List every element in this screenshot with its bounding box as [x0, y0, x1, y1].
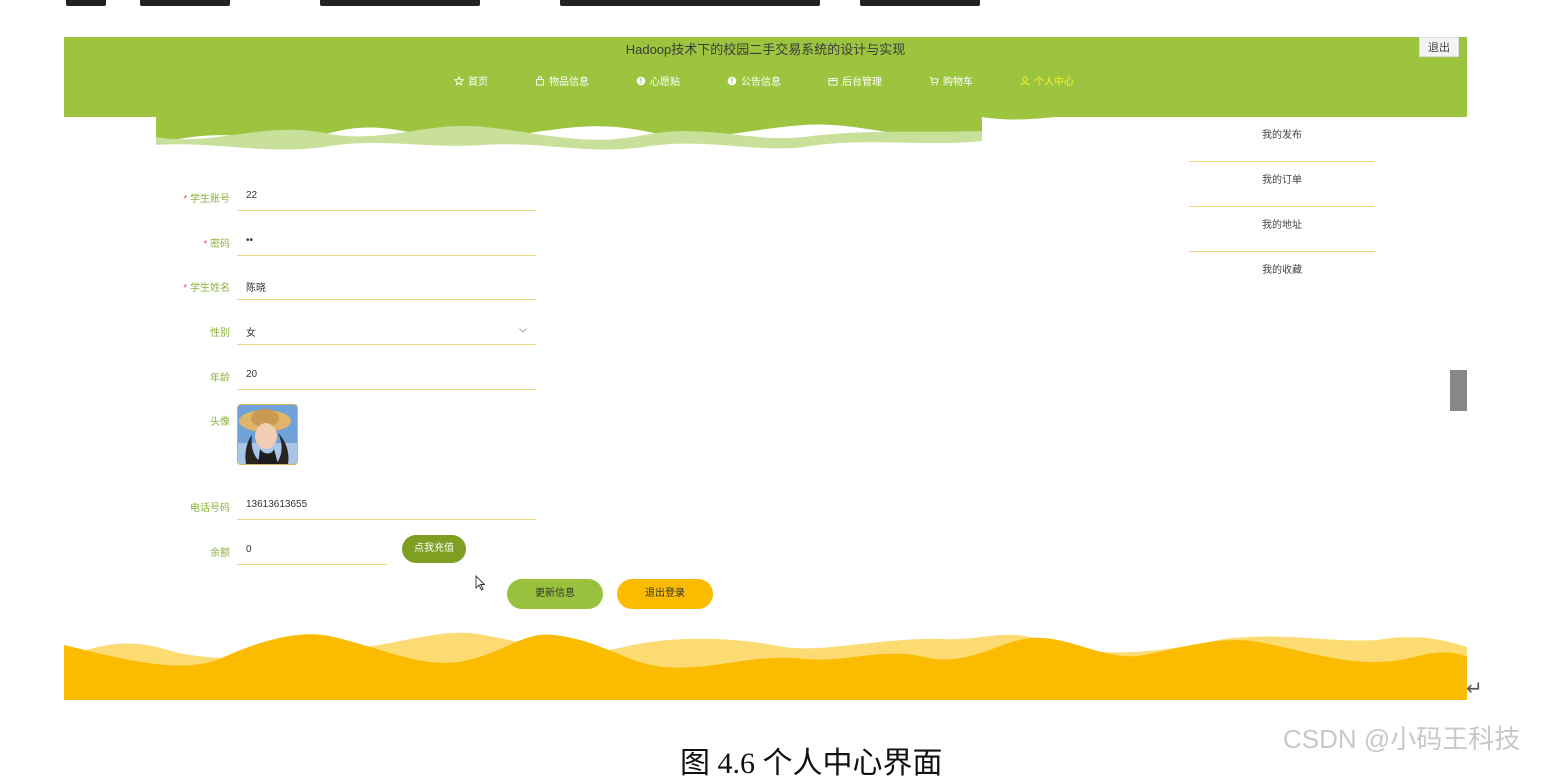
- side-item-my-address[interactable]: 我的地址: [1189, 207, 1375, 252]
- side-item-my-orders[interactable]: 我的订单: [1189, 162, 1375, 207]
- user-icon: [1020, 76, 1030, 85]
- account-input[interactable]: 22: [237, 181, 536, 211]
- form-row-account: * 学生账号 22: [174, 181, 536, 213]
- scroll-handle[interactable]: [1450, 370, 1467, 411]
- password-label: * 密码: [203, 239, 230, 250]
- update-info-button[interactable]: 更新信息: [507, 579, 603, 609]
- name-input[interactable]: 陈晓: [237, 270, 536, 300]
- side-item-my-posts[interactable]: 我的发布: [1189, 117, 1375, 162]
- box-icon: [828, 77, 838, 85]
- form-row-age: 年龄 20: [174, 360, 536, 392]
- avatar-photo: [238, 405, 297, 464]
- nav-item-goods[interactable]: 物品信息: [535, 73, 589, 88]
- avatar[interactable]: [237, 404, 298, 465]
- info-icon: [636, 76, 646, 85]
- mouse-cursor-icon: [475, 575, 485, 591]
- avatar-label: 头像: [210, 417, 230, 428]
- name-label: * 学生姓名: [183, 283, 230, 294]
- nav-item-wishes[interactable]: 心愿贴: [636, 73, 680, 88]
- top-logout-button[interactable]: 退出: [1419, 37, 1459, 57]
- main-nav: 首页 物品信息 心愿贴 公告信息 后台管理 购物车 个人中心: [64, 73, 1467, 89]
- recharge-button[interactable]: 点我充值: [402, 535, 466, 563]
- nav-item-label: 公告信息: [741, 77, 781, 88]
- phone-input[interactable]: 13613613655: [237, 490, 536, 520]
- nav-item-label: 个人中心: [1034, 77, 1074, 88]
- footer-wave-background: [64, 632, 1467, 700]
- profile-side-menu: 我的发布 我的订单 我的地址 我的收藏: [1189, 117, 1375, 296]
- form-row-name: * 学生姓名 陈晓: [174, 270, 536, 302]
- star-icon: [454, 75, 464, 86]
- form-row-balance: 余额 0: [174, 535, 536, 567]
- chevron-down-icon: [519, 328, 527, 333]
- form-row-avatar: 头像: [174, 404, 536, 466]
- age-input[interactable]: 20: [237, 360, 536, 390]
- password-input[interactable]: ••: [237, 226, 536, 256]
- nav-item-label: 首页: [468, 77, 488, 88]
- nav-item-label: 后台管理: [842, 77, 882, 88]
- form-row-password: * 密码 ••: [174, 226, 536, 258]
- side-item-my-favorites[interactable]: 我的收藏: [1189, 252, 1375, 296]
- account-label: * 学生账号: [183, 194, 230, 205]
- nav-item-cart[interactable]: 购物车: [929, 73, 973, 88]
- site-title: Hadoop技术下的校园二手交易系统的设计与实现: [625, 42, 906, 57]
- logout-button[interactable]: 退出登录: [617, 579, 713, 609]
- bag-icon: [536, 75, 544, 85]
- figure-caption: 图 4.6 个人中心界面: [680, 747, 943, 780]
- gender-label: 性别: [210, 328, 230, 339]
- phone-label: 电话号码: [190, 503, 230, 514]
- app-screenshot-frame: Hadoop技术下的校园二手交易系统的设计与实现 退出 首页 物品信息 心愿贴 …: [64, 37, 1467, 700]
- form-row-gender: 性别 女: [174, 315, 536, 347]
- nav-item-home[interactable]: 首页: [454, 73, 488, 88]
- cart-icon: [929, 76, 939, 85]
- info-icon: [727, 76, 737, 85]
- nav-item-label: 心愿贴: [650, 77, 680, 88]
- paragraph-return-mark: ↵: [1466, 676, 1483, 700]
- nav-item-profile[interactable]: 个人中心: [1020, 73, 1074, 88]
- nav-item-label: 物品信息: [549, 77, 589, 88]
- csdn-watermark: CSDN @小码王科技: [1283, 724, 1521, 754]
- gender-select[interactable]: 女: [237, 315, 536, 345]
- balance-label: 余额: [210, 548, 230, 559]
- nav-item-admin[interactable]: 后台管理: [828, 73, 882, 88]
- nav-item-notices[interactable]: 公告信息: [727, 73, 781, 88]
- nav-item-label: 购物车: [943, 77, 973, 88]
- cropped-text-strip: [0, 0, 1547, 8]
- age-label: 年龄: [210, 373, 230, 384]
- form-row-phone: 电话号码 13613613655: [174, 490, 536, 522]
- balance-input[interactable]: 0: [237, 535, 387, 565]
